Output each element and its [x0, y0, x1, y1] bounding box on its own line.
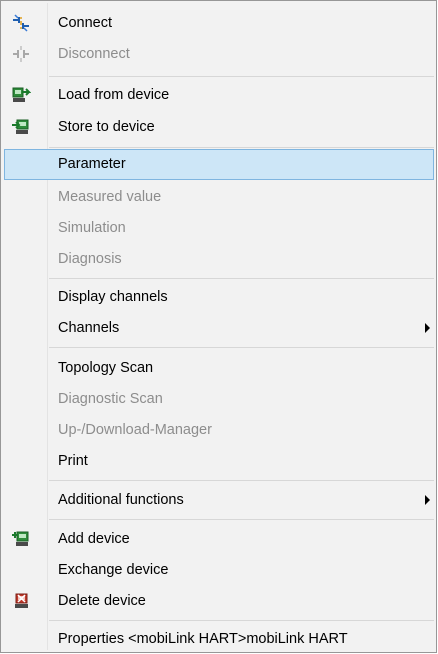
menu-item-label: Additional functions: [58, 492, 184, 508]
menu-item-label: Parameter: [58, 156, 126, 172]
menu-item-label: Display channels: [58, 289, 168, 305]
menu-item-label: Diagnosis: [58, 251, 122, 267]
menu-item-measured-value[interactable]: Measured value: [4, 182, 434, 212]
menu-item-simulation[interactable]: Simulation: [4, 213, 434, 243]
menu-item-label: Add device: [58, 531, 130, 547]
submenu-arrow-icon: [425, 323, 430, 333]
menu-item-label: Connect: [58, 15, 113, 31]
menu-item-disconnect[interactable]: Disconnect: [4, 39, 434, 69]
store-to-device-icon: [11, 117, 31, 137]
menu-separator: [49, 278, 434, 279]
menu-separator: [49, 519, 434, 520]
menu-item-label: Topology Scan: [58, 360, 154, 376]
menu-item-channels[interactable]: Channels: [4, 313, 434, 343]
load-from-device-icon: [11, 85, 32, 105]
menu-item-print[interactable]: Print: [4, 446, 434, 476]
menu-item-properties[interactable]: Properties <mobiLink HART>mobiLink HART: [4, 624, 434, 654]
menu-item-store-to-device[interactable]: Store to device: [4, 112, 434, 142]
menu-separator: [49, 480, 434, 481]
menu-item-load-from-device[interactable]: Load from device: [4, 80, 434, 110]
menu-item-label: Up-/Download-Manager: [58, 422, 212, 438]
delete-device-icon: [11, 591, 31, 611]
menu-item-delete-device[interactable]: Delete device: [4, 586, 434, 616]
menu-item-diagnosis[interactable]: Diagnosis: [4, 244, 434, 274]
submenu-arrow-icon: [425, 495, 430, 505]
menu-item-up-download-manager[interactable]: Up-/Download-Manager: [4, 415, 434, 445]
menu-item-connect[interactable]: Connect: [4, 8, 434, 38]
menu-item-topology-scan[interactable]: Topology Scan: [4, 353, 434, 383]
menu-item-exchange-device[interactable]: Exchange device: [4, 555, 434, 585]
menu-item-label: Properties <mobiLink HART>mobiLink HART: [58, 631, 348, 647]
context-menu: Connect Disconnect Load from device Stor…: [0, 0, 437, 653]
menu-item-label: Print: [58, 453, 88, 469]
menu-item-label: Measured value: [58, 189, 162, 205]
menu-item-display-channels[interactable]: Display channels: [4, 282, 434, 312]
menu-separator: [49, 347, 434, 348]
menu-item-label: Exchange device: [58, 562, 169, 578]
menu-separator: [49, 76, 434, 77]
menu-item-label: Diagnostic Scan: [58, 391, 163, 407]
menu-separator: [49, 147, 434, 148]
menu-item-add-device[interactable]: Add device: [4, 524, 434, 554]
menu-item-label: Delete device: [58, 593, 146, 609]
connect-plug-icon: [11, 13, 31, 33]
menu-separator: [49, 620, 434, 621]
menu-item-label: Channels: [58, 320, 120, 336]
menu-item-additional-functions[interactable]: Additional functions: [4, 485, 434, 515]
menu-item-label: Store to device: [58, 119, 155, 135]
menu-item-label: Load from device: [58, 87, 170, 103]
menu-item-label: Simulation: [58, 220, 126, 236]
menu-item-parameter[interactable]: Parameter: [4, 149, 434, 180]
disconnect-plug-icon: [11, 44, 31, 64]
menu-item-label: Disconnect: [58, 46, 130, 62]
menu-item-diagnostic-scan[interactable]: Diagnostic Scan: [4, 384, 434, 414]
add-device-icon: [11, 529, 31, 549]
